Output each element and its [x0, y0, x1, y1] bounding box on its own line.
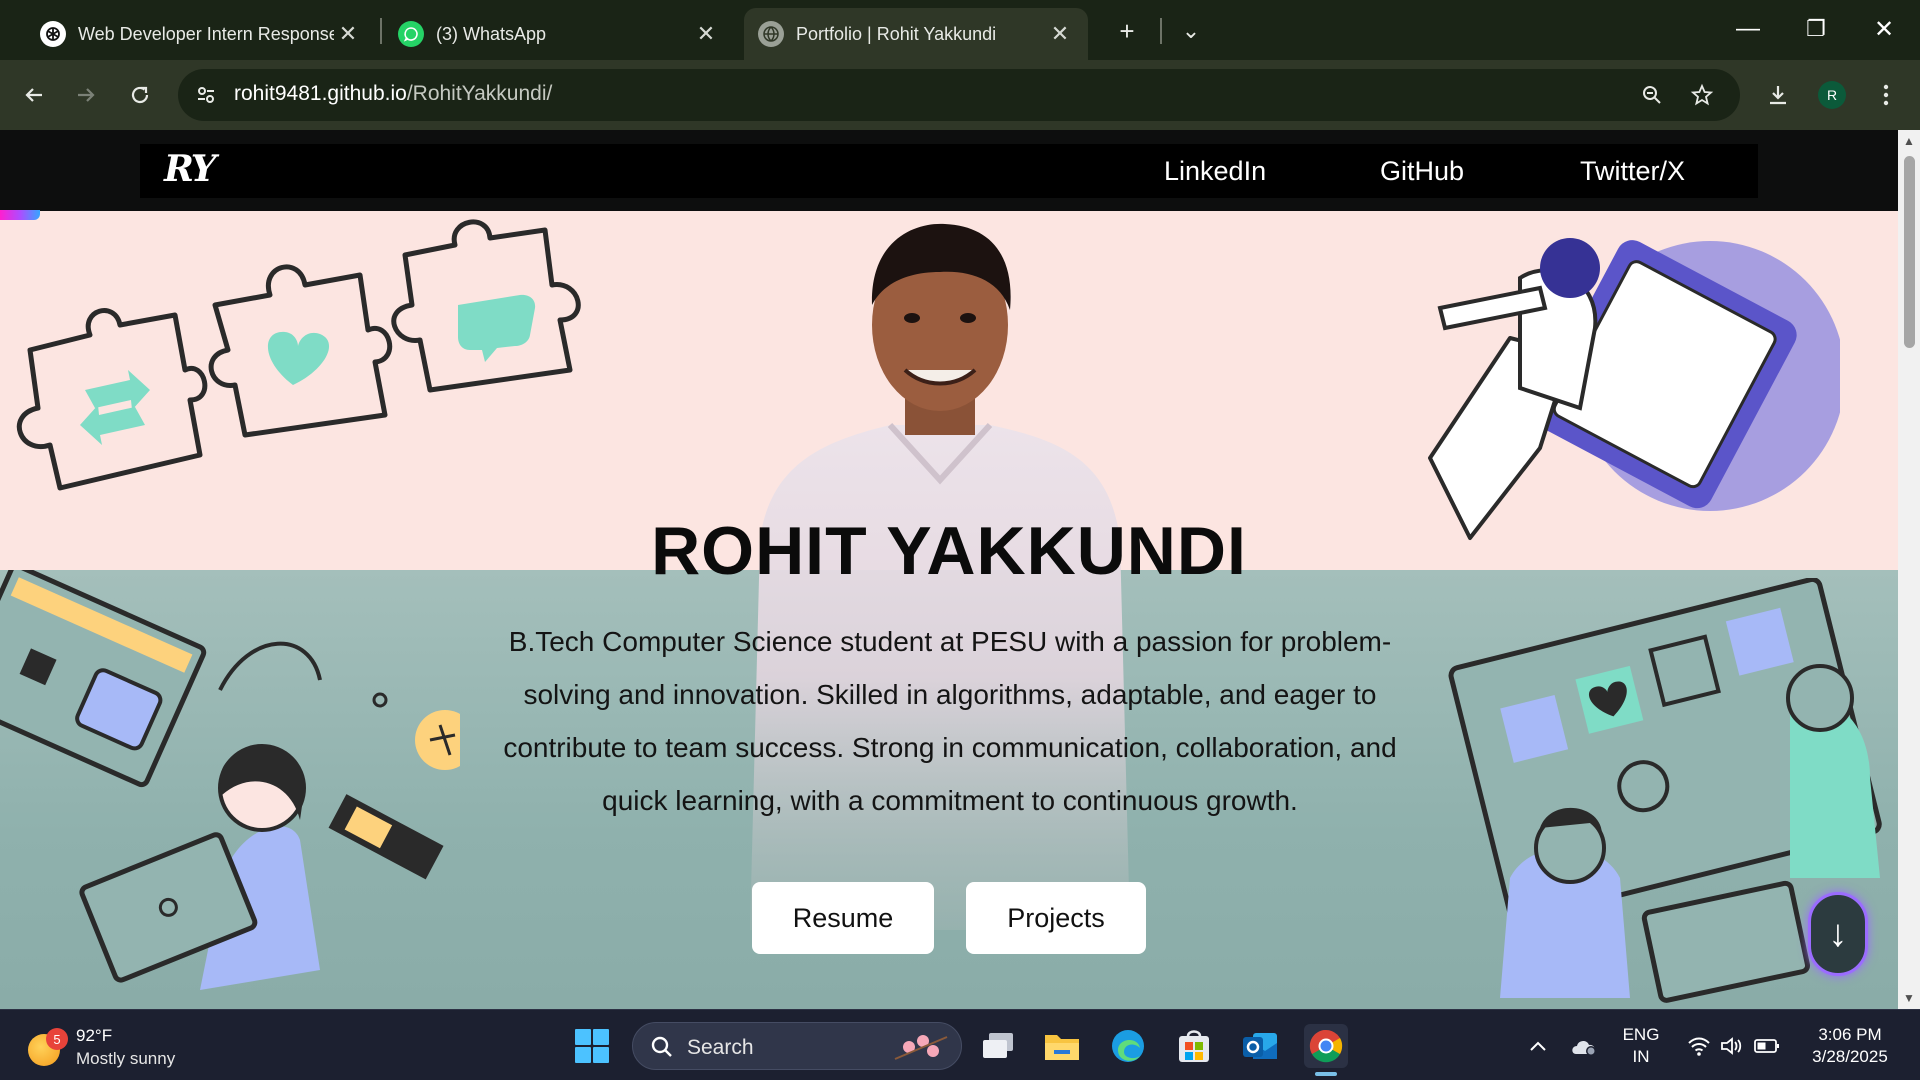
task-view-button[interactable]	[976, 1024, 1020, 1068]
url-text[interactable]: rohit9481.github.io/RohitYakkundi/	[234, 82, 552, 106]
forward-arrow-icon	[78, 88, 95, 102]
chrome-icon	[1309, 1029, 1343, 1063]
windows-taskbar: 5 92°F Mostly sunny Search ENG IN 3:06 P…	[0, 1009, 1920, 1080]
page-viewport: RY LinkedIn GitHub Twitter/X ROHIT YAKKU…	[0, 130, 1898, 1009]
nav-link-twitter[interactable]: Twitter/X	[1580, 156, 1685, 187]
close-window-button[interactable]: ✕	[1854, 6, 1914, 52]
site-logo[interactable]: RY	[164, 148, 216, 190]
laptop-woman-illustration	[0, 570, 460, 990]
show-hidden-icons-button[interactable]	[1520, 1010, 1556, 1080]
scroll-progress-indicator	[0, 210, 40, 220]
chrome-active-indicator	[1315, 1072, 1337, 1076]
edge-browser-button[interactable]	[1106, 1024, 1150, 1068]
forward-button[interactable]	[68, 77, 104, 113]
notification-badge: 5	[46, 1028, 68, 1050]
scroll-down-arrow-icon[interactable]: ▼	[1898, 989, 1920, 1007]
minimize-button[interactable]: —	[1718, 6, 1778, 52]
onedrive-tray-button[interactable]	[1566, 1010, 1602, 1080]
clock[interactable]: 3:06 PM 3/28/2025	[1800, 1010, 1900, 1080]
tab-close-icon[interactable]: ✕	[1046, 20, 1074, 48]
scrollbar-thumb[interactable]	[1904, 156, 1915, 348]
new-tab-button[interactable]: +	[1110, 14, 1144, 48]
profile-avatar[interactable]: R	[1818, 81, 1846, 109]
edge-icon	[1112, 1030, 1144, 1062]
puzzle-pieces-illustration	[16, 219, 581, 491]
cloud-icon	[1572, 1040, 1596, 1056]
reload-icon	[131, 86, 149, 104]
scroll-down-button[interactable]: ↓	[1808, 892, 1868, 976]
search-label: Search	[687, 1036, 754, 1059]
resume-button[interactable]: Resume	[752, 882, 934, 954]
volume-tray-button[interactable]	[1716, 1010, 1748, 1080]
whatsapp-icon	[398, 21, 424, 47]
browser-menu-button[interactable]	[1868, 77, 1904, 113]
zoom-icon[interactable]	[1636, 79, 1668, 111]
clock-date: 3/28/2025	[1812, 1046, 1888, 1066]
hero-description: B.Tech Computer Science student at PESU …	[503, 626, 1397, 816]
speaker-icon	[1721, 1036, 1742, 1055]
tab-web-developer-intern[interactable]: Web Developer Intern Response ✕	[26, 8, 376, 60]
weather-temperature: 92°F	[76, 1026, 113, 1045]
weather-condition: Mostly sunny	[76, 1049, 176, 1068]
microsoft-store-button[interactable]	[1172, 1024, 1216, 1068]
projects-button[interactable]: Projects	[966, 882, 1146, 954]
reload-button[interactable]	[122, 77, 158, 113]
tab-separator	[380, 18, 382, 44]
browser-toolbar: rohit9481.github.io/RohitYakkundi/ R	[0, 60, 1920, 130]
bookmark-star-icon[interactable]	[1686, 79, 1718, 111]
clock-time: 3:06 PM	[1818, 1024, 1882, 1044]
globe-icon	[758, 21, 784, 47]
hero-name: ROHIT YAKKUNDI	[651, 513, 1247, 589]
page-scrollbar[interactable]: ▲ ▼	[1898, 130, 1920, 1009]
tab-portfolio[interactable]: Portfolio | Rohit Yakkundi ✕	[744, 8, 1088, 60]
store-icon	[1179, 1030, 1209, 1062]
browser-tab-strip: Web Developer Intern Response ✕ (3) What…	[0, 0, 1920, 60]
chevron-up-icon	[1530, 1041, 1546, 1051]
search-icon	[651, 1036, 672, 1057]
chrome-button[interactable]	[1304, 1024, 1348, 1068]
windows-logo-icon	[575, 1029, 609, 1063]
downloads-button[interactable]	[1760, 77, 1796, 113]
region-code: IN	[1632, 1046, 1650, 1066]
site-info-icon[interactable]	[190, 79, 222, 111]
weather-widget[interactable]: 5 92°F Mostly sunny	[28, 1022, 208, 1070]
nav-link-github[interactable]: GitHub	[1380, 156, 1464, 187]
back-arrow-icon	[25, 88, 42, 102]
url-path: /RohitYakkundi/	[406, 82, 553, 105]
search-highlight-icon	[894, 1035, 948, 1060]
language-indicator[interactable]: ENG IN	[1610, 1010, 1672, 1080]
battery-icon	[1754, 1038, 1779, 1053]
outlook-button[interactable]	[1238, 1024, 1282, 1068]
tab-close-icon[interactable]: ✕	[692, 20, 720, 48]
folder-icon	[1045, 1035, 1079, 1060]
wifi-icon	[1688, 1037, 1710, 1056]
language-code: ENG	[1622, 1024, 1660, 1044]
tab-title: Web Developer Intern Response	[78, 23, 334, 44]
restore-button[interactable]: ❐	[1786, 6, 1846, 52]
site-navbar: RY LinkedIn GitHub Twitter/X	[140, 144, 1758, 198]
back-button[interactable]	[16, 77, 52, 113]
url-host: rohit9481.github.io	[234, 82, 407, 105]
tablet-user-illustration	[1428, 238, 1840, 540]
task-view-icon	[983, 1033, 1013, 1058]
start-button[interactable]	[570, 1024, 614, 1068]
outlook-icon	[1243, 1033, 1277, 1059]
wifi-tray-button[interactable]	[1682, 1010, 1716, 1080]
battery-tray-button[interactable]	[1750, 1010, 1784, 1080]
tab-whatsapp[interactable]: (3) WhatsApp ✕	[384, 8, 734, 60]
more-vertical-icon	[1883, 84, 1889, 106]
address-bar[interactable]: rohit9481.github.io/RohitYakkundi/	[178, 69, 1740, 121]
tab-separator	[1160, 18, 1162, 44]
tab-title: (3) WhatsApp	[436, 23, 547, 44]
tab-search-button[interactable]: ⌄	[1174, 14, 1208, 48]
tab-close-icon[interactable]: ✕	[334, 20, 362, 48]
scroll-up-arrow-icon[interactable]: ▲	[1898, 132, 1920, 150]
nav-link-linkedin[interactable]: LinkedIn	[1164, 156, 1266, 187]
openai-icon	[40, 21, 66, 47]
taskbar-search[interactable]: Search	[632, 1022, 962, 1070]
file-explorer-button[interactable]	[1040, 1024, 1084, 1068]
tab-title: Portfolio | Rohit Yakkundi	[796, 23, 997, 44]
download-icon	[1770, 86, 1786, 105]
